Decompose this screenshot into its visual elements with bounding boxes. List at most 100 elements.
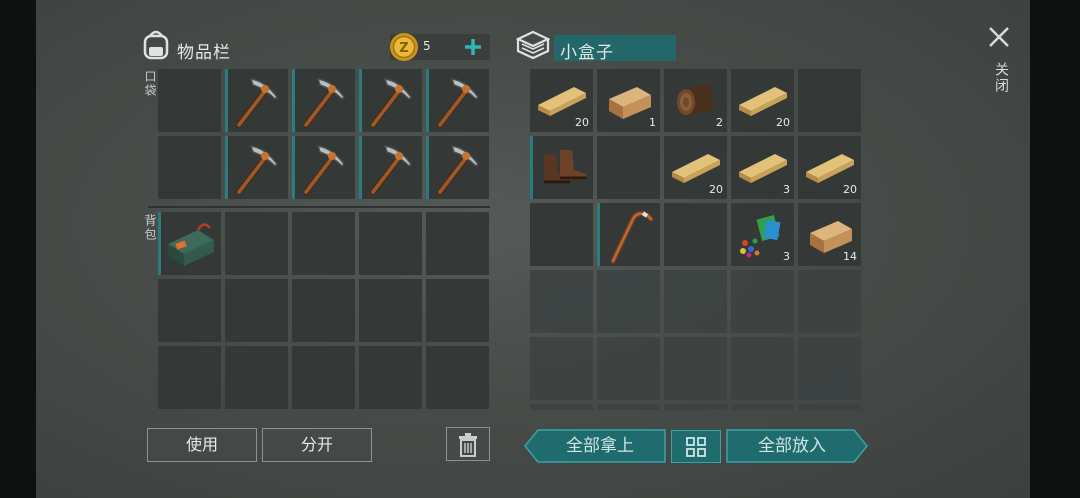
container-slot[interactable] — [530, 203, 593, 266]
pickaxe-icon — [225, 69, 289, 137]
container-slot[interactable] — [530, 136, 593, 199]
coin-icon: Z — [390, 33, 418, 61]
container-slot[interactable] — [597, 337, 660, 400]
container-slot[interactable]: 1 — [597, 69, 660, 132]
pocket-grid — [158, 69, 490, 200]
item-count: 20 — [709, 183, 723, 196]
container-slot[interactable] — [731, 270, 794, 333]
container-slot[interactable] — [798, 69, 861, 132]
container-slot[interactable] — [530, 404, 593, 410]
backpack-slot[interactable] — [359, 346, 422, 409]
cane-icon — [597, 203, 661, 271]
pickaxe-icon — [292, 69, 356, 137]
container-slot[interactable]: 3 — [731, 203, 794, 266]
plus-icon — [465, 39, 481, 55]
backpack-slot[interactable] — [292, 279, 355, 342]
pocket-slot[interactable] — [359, 69, 422, 132]
backpack-slot[interactable] — [292, 346, 355, 409]
close-icon — [989, 27, 1009, 47]
backpack-slot[interactable] — [359, 279, 422, 342]
backpack-slot[interactable] — [426, 279, 489, 342]
backpack-slot[interactable] — [158, 212, 221, 275]
item-count: 20 — [575, 116, 589, 129]
item-count: 20 — [776, 116, 790, 129]
pickaxe-icon — [426, 69, 490, 137]
pocket-slot[interactable] — [426, 69, 489, 132]
container-slot[interactable] — [731, 337, 794, 400]
pickaxe-icon — [359, 69, 423, 137]
backpack-slot[interactable] — [426, 346, 489, 409]
container-slot[interactable] — [597, 404, 660, 410]
section-divider — [148, 206, 490, 208]
inventory-title: 物品栏 — [177, 43, 231, 63]
backpack-slot[interactable] — [158, 279, 221, 342]
container-slot[interactable]: 2 — [664, 69, 727, 132]
pocket-slot[interactable] — [292, 136, 355, 199]
close-label: 关闭 — [993, 62, 1009, 94]
trash-button[interactable] — [446, 427, 490, 461]
container-slot[interactable] — [597, 270, 660, 333]
item-count: 20 — [843, 183, 857, 196]
take-all-button[interactable]: 全部拿上 — [536, 429, 664, 463]
add-coins-button[interactable] — [462, 36, 484, 58]
container-slot[interactable] — [664, 337, 727, 400]
backpack-icon — [143, 30, 169, 60]
pocket-slot[interactable] — [158, 69, 221, 132]
backpack-slot[interactable] — [359, 212, 422, 275]
close-button[interactable]: 关闭 — [986, 24, 1012, 104]
container-slot[interactable] — [597, 203, 660, 266]
medkit-icon — [158, 212, 222, 280]
container-slot[interactable]: 14 — [798, 203, 861, 266]
container-slot[interactable] — [798, 270, 861, 333]
container-slot[interactable]: 20 — [731, 69, 794, 132]
pocket-slot[interactable] — [158, 136, 221, 199]
container-title: 小盒子 — [560, 43, 614, 63]
container-slot[interactable] — [530, 337, 593, 400]
pocket-slot[interactable] — [225, 136, 288, 199]
trash-icon — [459, 433, 477, 457]
right-letterbox — [1030, 0, 1080, 498]
sort-button[interactable] — [671, 430, 721, 463]
container-slot[interactable] — [798, 404, 861, 410]
container-slot[interactable]: 20 — [798, 136, 861, 199]
backpack-slot[interactable] — [225, 279, 288, 342]
backpack-slot[interactable] — [225, 346, 288, 409]
backpack-label: 背包 — [143, 214, 157, 242]
left-letterbox — [0, 0, 36, 498]
backpack-slot[interactable] — [158, 346, 221, 409]
pickaxe-icon — [292, 136, 356, 204]
coin-count: 5 — [423, 39, 431, 53]
container-slot[interactable] — [664, 203, 727, 266]
use-button[interactable]: 使用 — [147, 428, 257, 462]
pocket-slot[interactable] — [426, 136, 489, 199]
container-slot[interactable] — [664, 270, 727, 333]
container-slot[interactable]: 20 — [664, 136, 727, 199]
game-screen: 物品栏 Z 5 口袋 背包 小盒子 20 1 2 20 20 3 20 3 14 关闭 使用 分… — [0, 0, 1080, 498]
grid-icon — [686, 437, 706, 457]
container-slot[interactable]: 3 — [731, 136, 794, 199]
item-count: 1 — [649, 116, 656, 129]
pickaxe-icon — [359, 136, 423, 204]
put-all-button[interactable]: 全部放入 — [728, 429, 856, 463]
backpack-grid — [158, 212, 490, 410]
pickaxe-icon — [426, 136, 490, 204]
item-count: 14 — [843, 250, 857, 263]
container-slot[interactable] — [597, 136, 660, 199]
container-slot[interactable] — [530, 270, 593, 333]
backpack-slot[interactable] — [426, 212, 489, 275]
backpack-slot[interactable] — [292, 212, 355, 275]
backpack-slot[interactable] — [225, 212, 288, 275]
container-slot[interactable] — [731, 404, 794, 410]
container-slot[interactable] — [798, 337, 861, 400]
item-count: 3 — [783, 183, 790, 196]
container-slot[interactable]: 20 — [530, 69, 593, 132]
split-button[interactable]: 分开 — [262, 428, 372, 462]
pocket-slot[interactable] — [225, 69, 288, 132]
pickaxe-icon — [225, 136, 289, 204]
pocket-slot[interactable] — [359, 136, 422, 199]
pocket-slot[interactable] — [292, 69, 355, 132]
box-icon — [516, 30, 550, 60]
pocket-label: 口袋 — [143, 70, 157, 98]
item-count: 2 — [716, 116, 723, 129]
container-slot[interactable] — [664, 404, 727, 410]
